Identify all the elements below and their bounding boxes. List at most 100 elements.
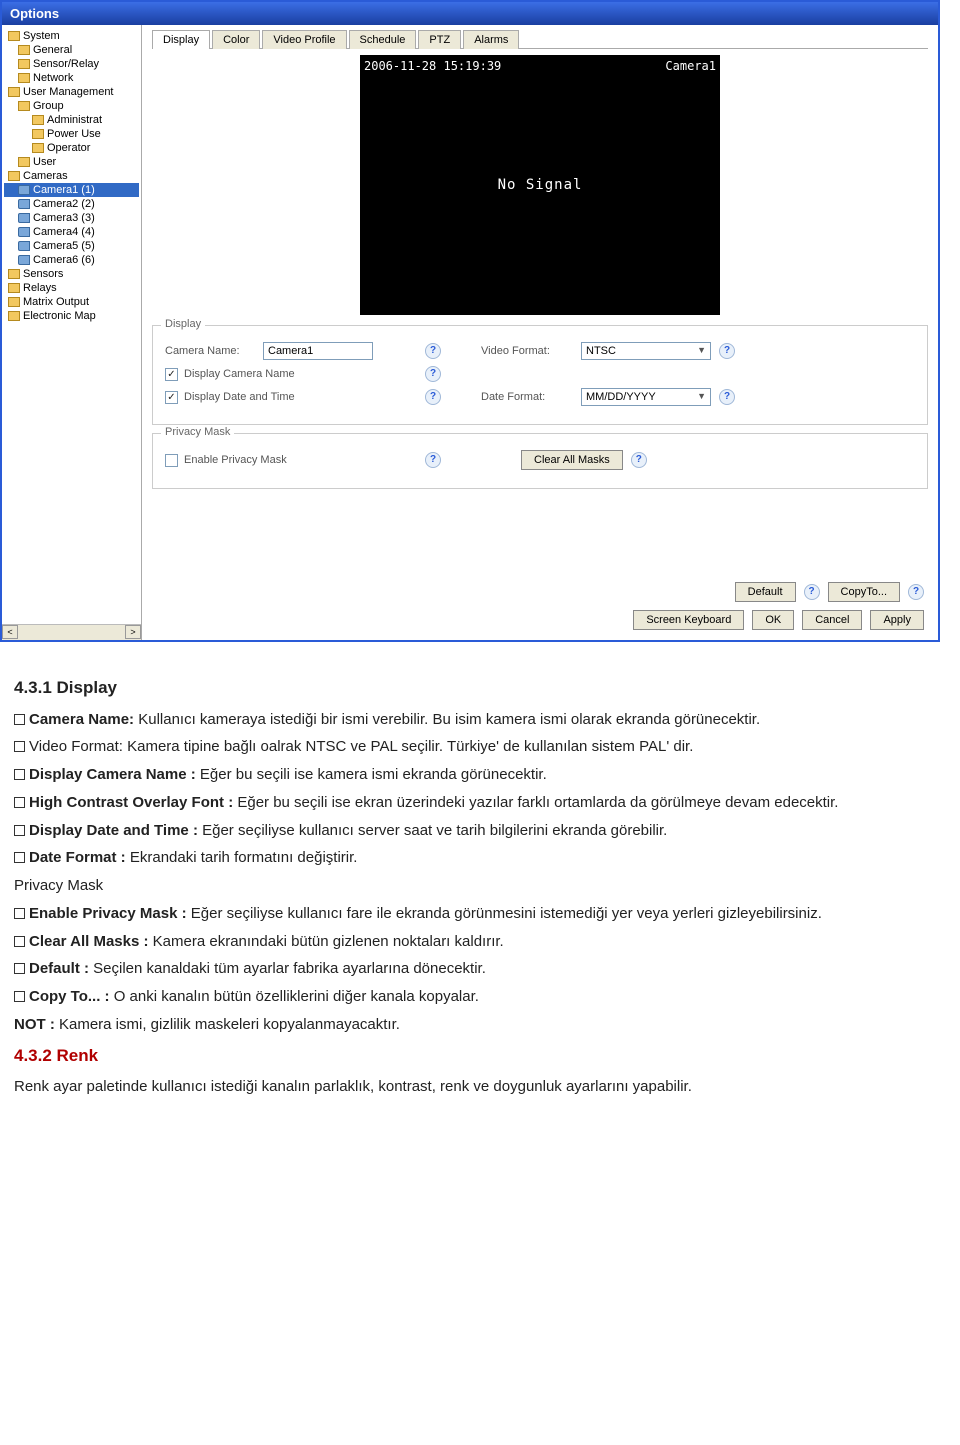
folder-icon (18, 59, 30, 69)
item-title: Copy To... : (29, 988, 110, 1005)
tree-item-operator[interactable]: Operator (4, 141, 139, 155)
help-icon[interactable]: ? (425, 389, 441, 405)
tree-item-camera4-4-[interactable]: Camera4 (4) (4, 225, 139, 239)
tree-item-camera3-3-[interactable]: Camera3 (3) (4, 211, 139, 225)
video-format-value: NTSC (586, 345, 616, 357)
tree-item-sensors[interactable]: Sensors (4, 267, 139, 281)
date-format-combo[interactable]: MM/DD/YYYY ▼ (581, 388, 711, 406)
tree-item-system[interactable]: System (4, 29, 139, 43)
tree-item-user[interactable]: User (4, 155, 139, 169)
folder-icon (8, 297, 20, 307)
tab-video-profile[interactable]: Video Profile (262, 30, 346, 49)
tree-item-electronic-map[interactable]: Electronic Map (4, 309, 139, 323)
tree-item-label: Administrat (47, 114, 102, 126)
tree-item-camera6-6-[interactable]: Camera6 (6) (4, 253, 139, 267)
folder-icon (18, 157, 30, 167)
apply-button[interactable]: Apply (870, 610, 924, 630)
tab-schedule[interactable]: Schedule (349, 30, 417, 49)
tree-item-power-use[interactable]: Power Use (4, 127, 139, 141)
camera-name-input[interactable]: Camera1 (263, 342, 373, 360)
default-button[interactable]: Default (735, 582, 796, 602)
enable-privacy-checkbox[interactable] (165, 454, 178, 467)
tab-ptz[interactable]: PTZ (418, 30, 461, 49)
item-title: Default : (29, 960, 89, 977)
window-body: SystemGeneralSensor/RelayNetwork User Man… (2, 25, 938, 640)
help-icon[interactable]: ? (631, 452, 647, 468)
clear-all-masks-button[interactable]: Clear All Masks (521, 450, 623, 470)
item-title: Date Format : (29, 849, 126, 866)
help-icon[interactable]: ? (804, 584, 820, 600)
screen-keyboard-button[interactable]: Screen Keyboard (633, 610, 744, 630)
footer-row-2: Screen Keyboard OK Cancel Apply (633, 610, 924, 630)
video-format-combo[interactable]: NTSC ▼ (581, 342, 711, 360)
tree-item-label: Camera1 (1) (33, 184, 95, 196)
tree-item-administrat[interactable]: Administrat (4, 113, 139, 127)
tree-item-relays[interactable]: Relays (4, 281, 139, 295)
display-date-time-label: Display Date and Time (184, 391, 295, 403)
folder-icon (8, 31, 20, 41)
folder-icon (8, 311, 20, 321)
tree-item-label: Network (33, 72, 73, 84)
folder-icon (18, 73, 30, 83)
square-icon (14, 852, 25, 863)
camera-icon (18, 255, 30, 265)
tab-alarms[interactable]: Alarms (463, 30, 519, 49)
scroll-left-icon[interactable]: < (2, 625, 18, 639)
chevron-down-icon: ▼ (697, 391, 706, 403)
tree-item-label: Camera2 (2) (33, 198, 95, 210)
item-body: Eğer bu seçili ise ekran üzerindeki yazı… (233, 794, 838, 811)
scroll-right-icon[interactable]: > (125, 625, 141, 639)
help-icon[interactable]: ? (719, 389, 735, 405)
display-camera-name-checkbox[interactable]: ✓ (165, 368, 178, 381)
tree-item-group[interactable]: Group (4, 99, 139, 113)
folder-icon (32, 129, 44, 139)
folder-icon (8, 269, 20, 279)
titlebar[interactable]: Options (2, 2, 938, 25)
tree-item-cameras[interactable]: Cameras (4, 169, 139, 183)
ok-button[interactable]: OK (752, 610, 794, 630)
tree-item-sensor-relay[interactable]: Sensor/Relay (4, 57, 139, 71)
item-body: Eğer seçiliyse kullanıcı fare ile ekrand… (187, 905, 822, 922)
item-body: Renk ayar paletinde kullanıcı istediği k… (14, 1076, 946, 1098)
tab-display[interactable]: Display (152, 30, 210, 49)
square-icon (14, 825, 25, 836)
tree-item-label: User (33, 156, 56, 168)
tree-item-label: Camera5 (5) (33, 240, 95, 252)
square-icon (14, 797, 25, 808)
tree-item-label: Cameras (23, 170, 68, 182)
tree-scrollbar[interactable]: < > (2, 624, 141, 640)
tree-item-label: Matrix Output (23, 296, 89, 308)
item-title: Clear All Masks : (29, 933, 149, 950)
camera-name-label: Camera Name: (165, 345, 257, 357)
help-icon[interactable]: ? (908, 584, 924, 600)
display-date-time-checkbox[interactable]: ✓ (165, 391, 178, 404)
help-icon[interactable]: ? (425, 366, 441, 382)
camera-preview: 2006-11-28 15:19:39 Camera1 No Signal (360, 55, 720, 315)
tree-item-general[interactable]: General (4, 43, 139, 57)
help-icon[interactable]: ? (425, 343, 441, 359)
tree-item-user-management[interactable]: User Management (4, 85, 139, 99)
main-panel: DisplayColorVideo ProfileSchedulePTZAlar… (142, 25, 938, 640)
tree-item-camera1-1-[interactable]: Camera1 (1) (4, 183, 139, 197)
date-format-value: MM/DD/YYYY (586, 391, 656, 403)
tab-color[interactable]: Color (212, 30, 260, 49)
tree-item-camera5-5-[interactable]: Camera5 (5) (4, 239, 139, 253)
doc-item: Display Camera Name : Eğer bu seçili ise… (14, 764, 946, 786)
tree-item-matrix-output[interactable]: Matrix Output (4, 295, 139, 309)
cancel-button[interactable]: Cancel (802, 610, 862, 630)
doc-item: Enable Privacy Mask : Eğer seçiliyse kul… (14, 903, 946, 925)
item-body: Kullanıcı kameraya istediği bir ismi ver… (134, 711, 760, 728)
tree-item-label: General (33, 44, 72, 56)
doc-item: Default : Seçilen kanaldaki tüm ayarlar … (14, 958, 946, 980)
tree-item-label: User Management (23, 86, 114, 98)
copy-to-button[interactable]: CopyTo... (828, 582, 900, 602)
help-icon[interactable]: ? (425, 452, 441, 468)
tabs: DisplayColorVideo ProfileSchedulePTZAlar… (152, 29, 928, 49)
help-icon[interactable]: ? (719, 343, 735, 359)
preview-timestamp: 2006-11-28 15:19:39 (364, 59, 501, 73)
privacy-mask-group: Privacy Mask Enable Privacy Mask ? Clear… (152, 433, 928, 489)
tree-item-network[interactable]: Network (4, 71, 139, 85)
doc-item: Copy To... : O anki kanalın bütün özelli… (14, 986, 946, 1008)
tree-item-camera2-2-[interactable]: Camera2 (2) (4, 197, 139, 211)
item-body: O anki kanalın bütün özelliklerini diğer… (110, 988, 479, 1005)
